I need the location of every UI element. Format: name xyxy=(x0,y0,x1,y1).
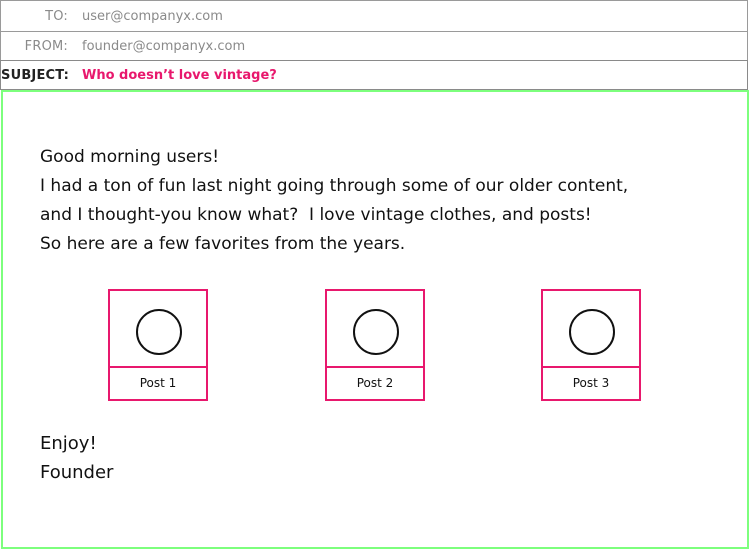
signoff-line: Founder xyxy=(40,462,114,483)
post-thumbnail xyxy=(543,291,639,368)
post-card-1[interactable]: Post 1 xyxy=(108,289,208,401)
message-text: Good morning users! I had a ton of fun l… xyxy=(40,143,628,259)
post-card-2[interactable]: Post 2 xyxy=(325,289,425,401)
post-label: Post 2 xyxy=(356,376,394,390)
circle-placeholder-icon xyxy=(569,309,615,355)
subject-label: SUBJECT: xyxy=(1,67,70,83)
post-thumbnail xyxy=(327,291,423,368)
post-label: Post 1 xyxy=(139,376,177,390)
from-label: FROM: xyxy=(24,39,68,54)
message-line: and I thought-you know what? I love vint… xyxy=(40,205,592,225)
message-line: I had a ton of fun last night going thro… xyxy=(40,176,629,196)
from-row: FROM: founder@companyx.com xyxy=(0,31,748,62)
circle-placeholder-icon xyxy=(136,309,182,355)
post-label: Post 3 xyxy=(572,376,610,390)
message-line: Good morning users! xyxy=(40,147,220,167)
post-thumbnail xyxy=(110,291,206,368)
subject-field[interactable]: Who doesn’t love vintage? xyxy=(82,68,277,83)
circle-placeholder-icon xyxy=(353,309,399,355)
to-row: TO: user@companyx.com xyxy=(0,0,748,32)
subject-row: SUBJECT: Who doesn’t love vintage? xyxy=(0,60,748,90)
from-field[interactable]: founder@companyx.com xyxy=(82,39,245,54)
to-field[interactable]: user@companyx.com xyxy=(82,9,223,24)
signoff-line: Enjoy! xyxy=(40,433,97,454)
message-line: So here are a few favorites from the yea… xyxy=(40,234,406,254)
signoff: Enjoy! Founder xyxy=(40,429,113,487)
post-card-3[interactable]: Post 3 xyxy=(541,289,641,401)
email-header: TO: user@companyx.com FROM: founder@comp… xyxy=(0,0,750,90)
to-label: TO: xyxy=(45,8,68,24)
